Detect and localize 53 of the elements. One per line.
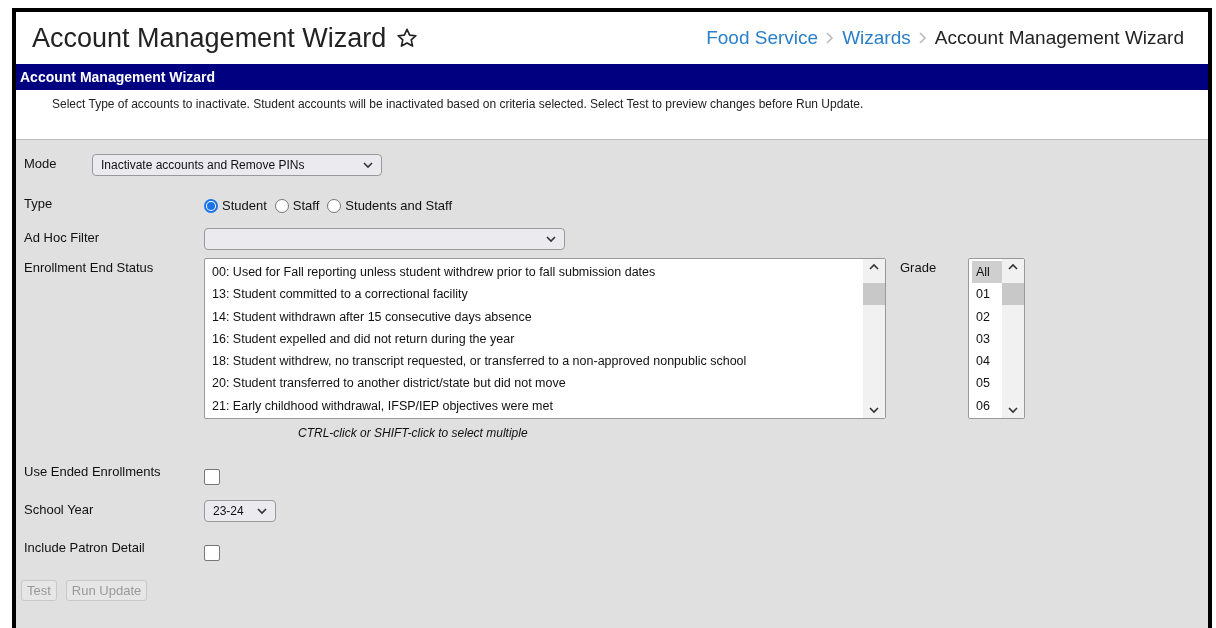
list-option[interactable]: 02 bbox=[972, 305, 1002, 328]
scroll-thumb[interactable] bbox=[863, 283, 885, 305]
list-box[interactable]: All 01 02 03 04 05 06 bbox=[968, 258, 1025, 419]
radio-button[interactable] bbox=[204, 198, 218, 213]
checkbox[interactable] bbox=[204, 545, 220, 561]
school-year-select[interactable]: 23-24 bbox=[204, 500, 276, 522]
list-option[interactable]: 20: Student transferred to another district/state but did not move bbox=[208, 372, 863, 395]
field-label: Type bbox=[24, 195, 54, 211]
chevron-right-icon bbox=[918, 32, 927, 44]
list-option[interactable]: 18: Student withdrew, no transcript requested, or transferred to a non-approved nonpublic school bbox=[208, 350, 863, 373]
list-option[interactable]: 14: Student withdrawn after 15 consecutive days absence bbox=[208, 305, 863, 328]
checkbox[interactable] bbox=[204, 469, 220, 485]
radio-button[interactable] bbox=[327, 198, 342, 213]
field-label: Enrollment End Status bbox=[24, 259, 155, 275]
mode-select[interactable]: Inactivate accounts and Remove PINs bbox=[92, 154, 382, 176]
radio-label: Student bbox=[222, 198, 267, 213]
field-label: Grade bbox=[900, 259, 938, 277]
list-option[interactable]: 03 bbox=[972, 327, 1002, 351]
hint-text: CTRL-click or SHIFT-click to select multiple bbox=[297, 425, 529, 442]
radio-label: Students and Staff bbox=[345, 198, 453, 213]
current-page-label: Account Management Wizard bbox=[934, 27, 1184, 49]
field-label: Mode bbox=[24, 155, 58, 171]
list-option[interactable]: 16: Student expelled and did not return during the year bbox=[208, 327, 863, 351]
scroll-up-icon bbox=[869, 263, 879, 270]
ad-hoc-filter-select[interactable] bbox=[204, 228, 565, 250]
list-option[interactable]: 21: Early childhood withdrawal, IFSP/IEP objectives were met bbox=[208, 394, 863, 418]
list-option[interactable]: 04 bbox=[972, 350, 1002, 373]
chevron-down-icon bbox=[363, 161, 373, 169]
section-banner: Account Management Wizard bbox=[16, 64, 1208, 90]
page-title: Account Management Wizard bbox=[32, 22, 387, 54]
radio-label: Staff bbox=[292, 198, 320, 213]
scroll-up-icon bbox=[1008, 263, 1018, 270]
list-option[interactable]: All bbox=[972, 261, 1002, 284]
scroll-thumb[interactable] bbox=[1002, 283, 1024, 305]
chevron-down-icon bbox=[546, 235, 556, 243]
list-option[interactable]: 13: Student committed to a correctional facility bbox=[208, 283, 863, 306]
list-option[interactable]: 05 bbox=[972, 372, 1002, 395]
chevron-down-icon bbox=[257, 507, 267, 515]
breadcrumb-link[interactable]: Wizards bbox=[842, 27, 911, 49]
list-option[interactable]: 01 bbox=[972, 283, 1002, 306]
field-label: Include Patron Detail bbox=[24, 539, 146, 555]
field-label: Ad Hoc Filter bbox=[24, 229, 101, 245]
scroll-down-icon bbox=[1008, 407, 1018, 414]
scroll-down-icon bbox=[869, 407, 879, 414]
star-icon[interactable] bbox=[396, 27, 419, 49]
list-option[interactable]: 00: Used for Fall reporting unless student withdrew prior to fall submission dates bbox=[208, 261, 863, 284]
field-label: Use Ended Enrollments bbox=[24, 463, 162, 479]
field-label: School Year bbox=[24, 501, 95, 517]
chevron-right-icon bbox=[826, 32, 835, 44]
list-box[interactable] bbox=[204, 258, 886, 419]
list-option[interactable]: 06 bbox=[972, 394, 1002, 418]
radio-button[interactable] bbox=[274, 198, 289, 213]
breadcrumb-link[interactable]: Food Service bbox=[706, 27, 819, 49]
